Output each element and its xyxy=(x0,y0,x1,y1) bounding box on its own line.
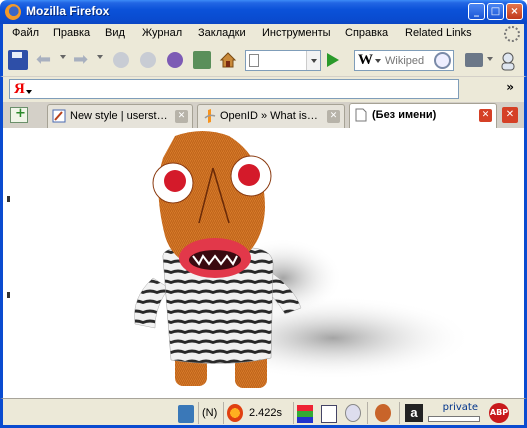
tab-label: OpenID » What is… xyxy=(220,110,318,122)
menu-tools[interactable]: Инструменты xyxy=(262,27,331,39)
back-button[interactable]: ⬅ xyxy=(36,51,51,69)
source-view-icon[interactable] xyxy=(167,52,183,68)
tab-close-icon[interactable]: ✕ xyxy=(479,109,492,122)
toolbar-overflow-chevron[interactable]: » xyxy=(506,80,514,94)
page-content xyxy=(0,128,527,398)
close-tab-button[interactable]: ✕ xyxy=(502,107,518,123)
status-divider xyxy=(198,402,199,424)
maximize-button[interactable]: □ xyxy=(487,3,504,20)
navigation-toolbar: ⬅ ➡ W xyxy=(0,44,527,76)
title-bar: Mozilla Firefox _ □ × xyxy=(0,0,527,24)
status-divider xyxy=(399,402,400,424)
forward-history-dropdown[interactable] xyxy=(97,55,103,59)
close-button[interactable]: × xyxy=(506,3,523,20)
yandex-search-box[interactable]: Я xyxy=(9,79,459,99)
status-divider xyxy=(223,402,224,424)
tab-openid[interactable]: OpenID » What is… ✕ xyxy=(197,104,345,128)
blank-page-icon xyxy=(354,108,368,122)
menu-view[interactable]: Вид xyxy=(105,27,125,39)
load-time: 2.422s xyxy=(249,407,283,419)
firefox-icon xyxy=(5,4,21,20)
knitted-doll-image xyxy=(134,131,473,388)
window-title: Mozilla Firefox xyxy=(26,4,110,18)
noscript-label[interactable]: (N) xyxy=(202,404,217,422)
tab-label: New style | userst… xyxy=(70,110,168,122)
yandex-toolbar: Я » xyxy=(0,76,527,102)
pencil-icon xyxy=(52,109,66,123)
private-mode-bar xyxy=(428,416,480,422)
tab-untitled[interactable]: (Без имени) ✕ xyxy=(349,103,497,128)
menu-help[interactable]: Справка xyxy=(345,27,388,39)
go-button[interactable] xyxy=(327,53,339,67)
save-icon[interactable] xyxy=(8,50,28,70)
menu-edit[interactable]: Правка xyxy=(53,27,90,39)
screenshot-dropdown[interactable] xyxy=(487,57,493,61)
bookmark-sync-icon[interactable] xyxy=(345,404,361,422)
search-icon[interactable] xyxy=(434,52,451,69)
address-dropdown[interactable] xyxy=(306,51,320,70)
yandex-dropdown[interactable] xyxy=(26,90,32,94)
reload-icon[interactable] xyxy=(113,52,129,68)
home-icon[interactable] xyxy=(219,51,237,69)
page-icon xyxy=(249,54,259,67)
tab-close-icon[interactable]: ✕ xyxy=(175,110,188,123)
minimize-button[interactable]: _ xyxy=(468,3,485,20)
status-divider xyxy=(293,402,294,424)
extension-icon[interactable] xyxy=(193,51,211,69)
status-bar: (N) 2.422s a private ABP xyxy=(0,398,527,428)
menu-bar: Файл Правка Вид Журнал Закладки Инструме… xyxy=(0,24,527,44)
tab-close-icon[interactable]: ✕ xyxy=(327,110,340,123)
search-box: W xyxy=(354,50,454,71)
search-engine-dropdown[interactable] xyxy=(375,59,381,63)
firebug-icon[interactable] xyxy=(227,404,243,422)
user-agent-icon[interactable] xyxy=(497,50,519,72)
menu-history[interactable]: Журнал xyxy=(142,27,182,39)
menu-file[interactable]: Файл xyxy=(12,27,39,39)
tab-label: (Без имени) xyxy=(372,109,437,121)
throbber-icon xyxy=(504,26,520,42)
new-tab-button[interactable] xyxy=(10,106,28,123)
amazon-icon[interactable]: a xyxy=(405,404,423,422)
greasemonkey-icon[interactable] xyxy=(375,404,391,422)
yandex-logo-icon[interactable]: Я xyxy=(14,81,25,98)
tab-new-style[interactable]: New style | userst… ✕ xyxy=(47,104,193,128)
menu-bookmarks[interactable]: Закладки xyxy=(198,27,246,39)
private-mode-label: private xyxy=(442,402,478,413)
address-bar[interactable] xyxy=(245,50,321,71)
forward-button[interactable]: ➡ xyxy=(73,51,88,69)
menu-related-links[interactable]: Related Links xyxy=(405,27,472,39)
screenshot-icon[interactable] xyxy=(465,53,483,67)
status-divider xyxy=(367,402,368,424)
openid-icon xyxy=(202,109,216,123)
stop-icon[interactable] xyxy=(140,52,156,68)
notes-icon[interactable] xyxy=(321,405,337,423)
tab-bar: New style | userst… ✕ OpenID » What is… … xyxy=(0,102,527,128)
adblock-plus-icon[interactable]: ABP xyxy=(489,403,509,423)
back-history-dropdown[interactable] xyxy=(60,55,66,59)
wikipedia-icon[interactable]: W xyxy=(358,52,373,69)
network-icon[interactable] xyxy=(178,405,194,423)
search-input[interactable] xyxy=(385,53,431,68)
colorzilla-icon[interactable] xyxy=(297,405,313,423)
